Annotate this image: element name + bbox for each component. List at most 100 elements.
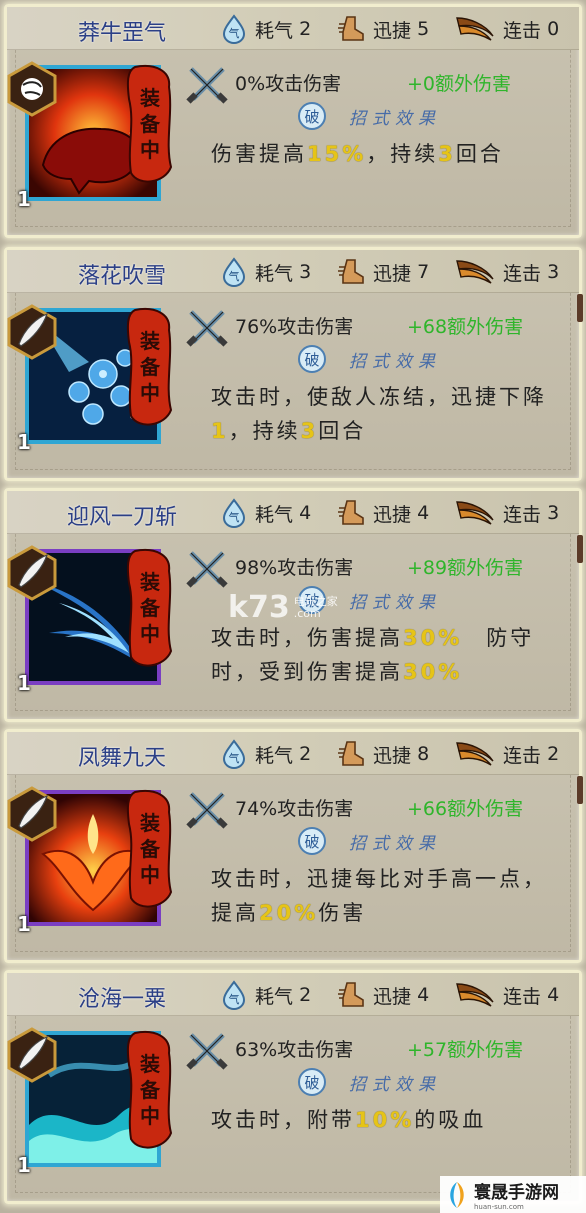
qi-cost-stat: 气 耗气 2 bbox=[219, 979, 311, 1011]
k73-watermark: k73 电玩之家 .com bbox=[228, 590, 338, 625]
boot-icon bbox=[338, 741, 364, 766]
skill-level: 1 bbox=[17, 430, 31, 454]
skill-level: 1 bbox=[17, 912, 31, 936]
desc-text: ，持续 bbox=[228, 419, 301, 443]
qi-cost-value: 4 bbox=[299, 502, 312, 524]
combo-stat: 连击 3 bbox=[453, 256, 559, 288]
boot-icon bbox=[338, 16, 364, 41]
svg-text:破: 破 bbox=[304, 833, 319, 851]
highlight-value: 3 bbox=[300, 419, 319, 443]
agility-value: 4 bbox=[417, 502, 430, 524]
blade-badge-icon bbox=[7, 786, 57, 842]
agility-value: 7 bbox=[417, 261, 430, 283]
highlight-value: 10% bbox=[355, 1108, 415, 1132]
attack-damage: 0%攻击伤害 bbox=[235, 73, 342, 95]
qi-drop-icon: 气 bbox=[222, 257, 246, 287]
equipped-seal: 装备中 bbox=[125, 788, 175, 910]
qi-cost-stat: 气 耗气 3 bbox=[219, 256, 311, 288]
equipped-char: 装 bbox=[140, 1052, 160, 1076]
break-badge-icon: 破 bbox=[298, 102, 326, 130]
blade-badge-icon bbox=[7, 1027, 57, 1083]
qi-cost-value: 2 bbox=[299, 984, 312, 1006]
combo-slash-icon bbox=[456, 501, 494, 525]
combo-stat: 连击 0 bbox=[453, 13, 559, 45]
skill-card[interactable]: 落花吹雪 气 耗气 3 迅捷 7 连击 3 1 装备中 76%攻击伤害 +68额外伤害破 招式效果… bbox=[4, 247, 583, 481]
boot-icon bbox=[338, 259, 364, 284]
agility-label: 迅捷 bbox=[373, 985, 412, 1008]
agility-value: 8 bbox=[417, 743, 430, 765]
agility-stat: 迅捷 4 bbox=[337, 497, 429, 529]
blade-badge-icon bbox=[7, 545, 57, 601]
agility-stat: 迅捷 4 bbox=[337, 979, 429, 1011]
break-badge-icon: 破 bbox=[298, 1068, 326, 1096]
agility-label: 迅捷 bbox=[373, 744, 412, 767]
highlight-value: 3 bbox=[438, 142, 456, 166]
card-header: 落花吹雪 气 耗气 3 迅捷 7 连击 3 bbox=[7, 250, 579, 293]
skill-card[interactable]: 沧海一粟气耗气 2 迅捷 4 连击 4 1 装备中 63%攻击伤害 +57额外伤害破招式效果… bbox=[4, 970, 582, 1204]
card-header: 沧海一粟气耗气 2 迅捷 4 连击 4 bbox=[7, 973, 579, 1016]
combo-value: 3 bbox=[547, 261, 560, 283]
crossed-swords-icon bbox=[186, 551, 228, 588]
card-header: 莽牛罡气 气 耗气 2 迅捷 5 连击 0 bbox=[7, 7, 579, 50]
combo-stat: 连击 2 bbox=[453, 738, 559, 770]
skill-name: 迎风一刀斩 bbox=[66, 505, 177, 530]
effect-label: 招式效果 bbox=[349, 592, 441, 613]
equipped-char: 中 bbox=[140, 1104, 160, 1128]
skill-name: 落花吹雪 bbox=[77, 264, 166, 289]
qi-cost-label: 耗气 bbox=[255, 262, 294, 285]
combo-value: 2 bbox=[547, 743, 560, 765]
highlight-value: 1 bbox=[211, 419, 229, 443]
desc-text: 攻击时，附带 bbox=[211, 1108, 355, 1132]
svg-text:气: 气 bbox=[229, 510, 240, 524]
qi-drop-icon: 气 bbox=[222, 739, 246, 769]
skill-level: 1 bbox=[17, 187, 31, 211]
desc-text: 回合 bbox=[318, 419, 367, 443]
equipped-char: 备 bbox=[140, 112, 160, 136]
equipped-char: 备 bbox=[140, 355, 160, 379]
combo-value: 3 bbox=[547, 502, 560, 524]
effect-label: 招式效果 bbox=[349, 108, 441, 129]
combo-label: 连击 bbox=[503, 19, 542, 42]
combo-slash-icon bbox=[456, 260, 494, 284]
combo-slash-icon bbox=[456, 983, 494, 1007]
effect-label: 招式效果 bbox=[349, 351, 441, 372]
highlight-value: 30% bbox=[403, 660, 463, 684]
qi-cost-label: 耗气 bbox=[255, 19, 294, 42]
agility-label: 迅捷 bbox=[373, 19, 412, 42]
skill-level: 1 bbox=[17, 671, 31, 695]
qi-cost-stat: 气 耗气 4 bbox=[219, 497, 311, 529]
combo-stat: 连击 3 bbox=[453, 497, 559, 529]
extra-damage: +0额外伤害 bbox=[407, 73, 512, 95]
card-header: 凤舞九天 气 耗气 2 迅捷 8 连击 2 bbox=[7, 732, 579, 775]
skill-name: 沧海一粟 bbox=[77, 987, 166, 1012]
card-side-tab bbox=[577, 535, 583, 563]
combo-label: 连击 bbox=[503, 262, 542, 285]
effect-description: 伤害提高15%，持续3回合 bbox=[211, 137, 561, 171]
skill-level: 1 bbox=[17, 1153, 31, 1177]
effect-header: 破 招式效果 bbox=[297, 826, 441, 856]
combo-value: 4 bbox=[547, 984, 560, 1006]
desc-text: 攻击时，伤害提高 bbox=[211, 626, 403, 650]
svg-text:破: 破 bbox=[304, 108, 319, 126]
skill-name: 凤舞九天 bbox=[77, 746, 166, 771]
equipped-char: 备 bbox=[140, 1078, 160, 1102]
desc-text: 伤害 bbox=[318, 901, 367, 925]
extra-damage: +89额外伤害 bbox=[407, 557, 524, 579]
extra-damage: +57额外伤害 bbox=[407, 1039, 524, 1061]
highlight-value: 20% bbox=[259, 901, 319, 925]
qi-cost-value: 2 bbox=[299, 743, 312, 765]
qi-cost-label: 耗气 bbox=[255, 744, 294, 767]
qi-cost-stat: 气 耗气 2 bbox=[219, 13, 311, 45]
equipped-seal: 装备中 bbox=[125, 63, 175, 185]
skill-card[interactable]: 莽牛罡气 气 耗气 2 迅捷 5 连击 0 1 装备中 0%攻击伤害 +0额外伤害破 招式效果 伤害… bbox=[4, 4, 582, 238]
qi-cost-value: 3 bbox=[299, 261, 312, 283]
desc-text: 伤害提高 bbox=[211, 142, 307, 166]
effect-description: 攻击时，伤害提高30% 防守时，受到伤害提高30% bbox=[211, 621, 561, 689]
effect-description: 攻击时，附带10%的吸血 bbox=[211, 1103, 561, 1137]
combo-stat: 连击 4 bbox=[453, 979, 559, 1011]
desc-text: ，持续 bbox=[366, 142, 439, 166]
equipped-seal: 装备中 bbox=[125, 547, 175, 669]
svg-text:气: 气 bbox=[229, 269, 240, 283]
skill-card[interactable]: 凤舞九天 气 耗气 2 迅捷 8 连击 2 1 装备中 74%攻击伤害 +66额外伤害破 招式效果… bbox=[4, 729, 583, 963]
equipped-char: 中 bbox=[140, 863, 160, 887]
